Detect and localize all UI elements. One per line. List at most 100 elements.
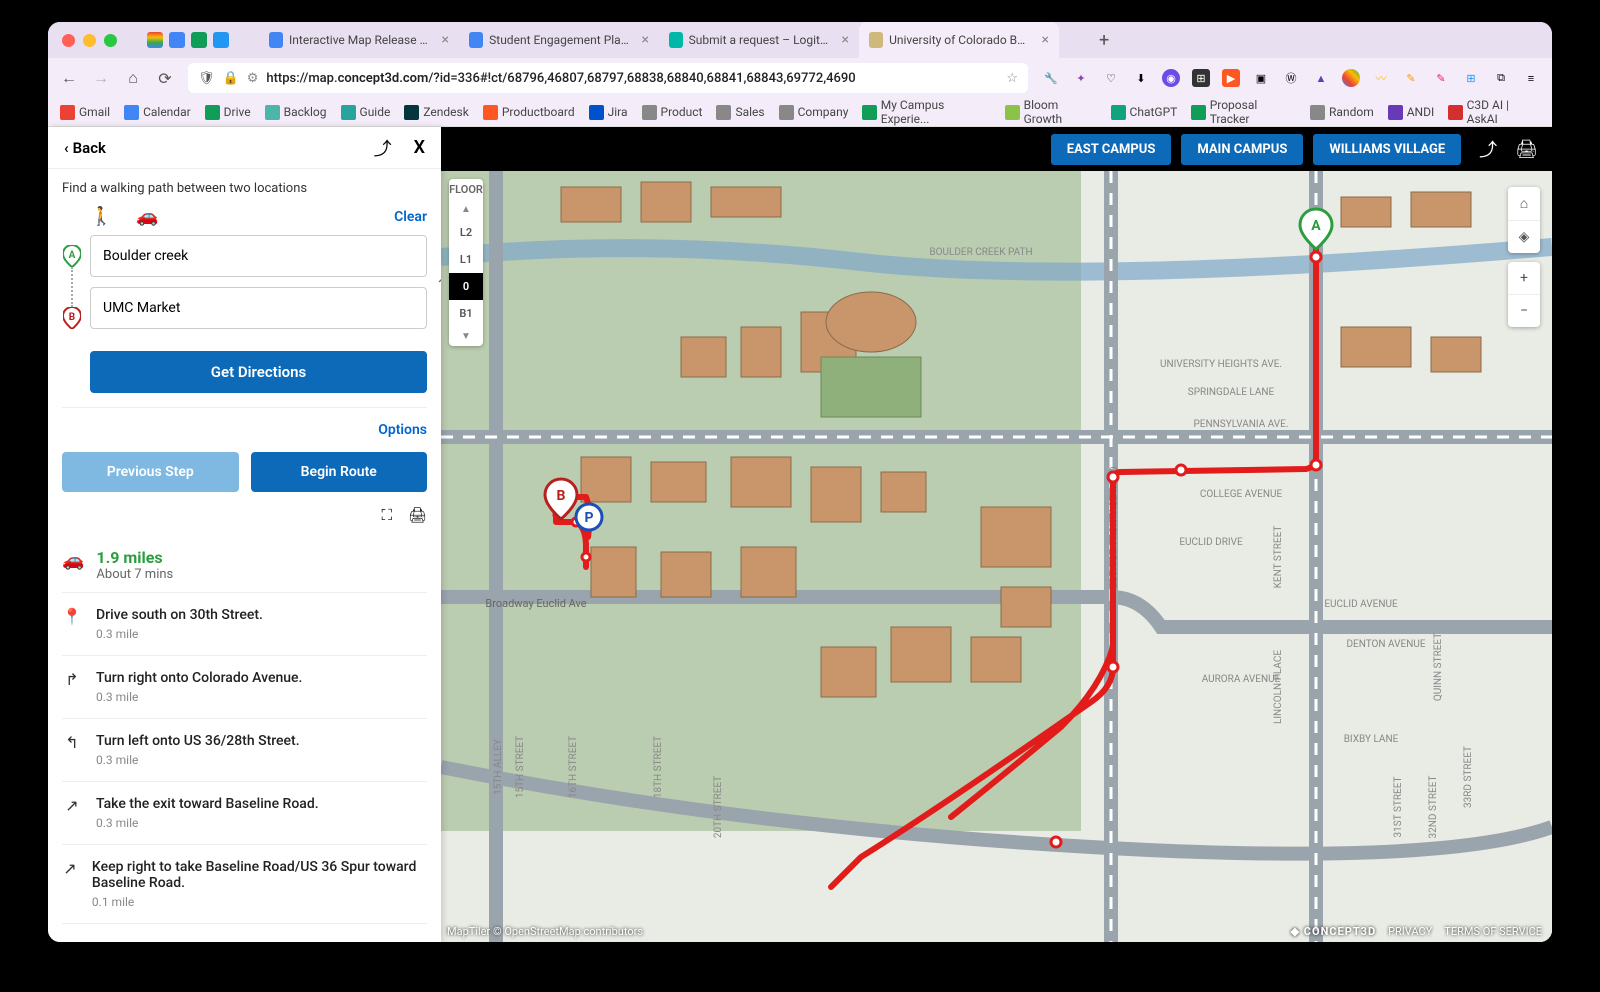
brand-logo[interactable]: ◆ CONCEPT3D — [1291, 925, 1377, 938]
browser-tab[interactable]: University of Colorado Boulder× — [859, 22, 1059, 58]
bookmark[interactable]: My Campus Experie... — [862, 98, 991, 126]
tab-close-icon[interactable]: × — [842, 32, 849, 48]
ext-icon[interactable] — [1342, 69, 1360, 87]
close-icon[interactable]: X — [414, 137, 425, 158]
ext-icon[interactable]: ▣ — [1252, 69, 1270, 87]
bookmark[interactable]: Jira — [589, 105, 628, 120]
direction-step[interactable]: ↰Turn left onto US 36/28th Street.0.3 mi… — [62, 719, 427, 782]
bookmark[interactable]: Random — [1310, 105, 1374, 120]
home-icon[interactable]: ⌂ — [124, 69, 142, 87]
direction-step[interactable]: ↗Take the exit toward Baseline Road.0.3 … — [62, 782, 427, 845]
street-label: 15TH ALLEY — [493, 739, 504, 795]
ext-icon[interactable]: Ⓦ — [1282, 69, 1300, 87]
campus-button-williams[interactable]: WILLIAMS VILLAGE — [1313, 134, 1461, 165]
map-viewport[interactable]: EAST CAMPUS MAIN CAMPUS WILLIAMS VILLAGE… — [441, 127, 1552, 942]
layers-icon[interactable]: ◈ — [1508, 221, 1540, 253]
ext-icon[interactable]: ⧉ — [1492, 69, 1510, 87]
tab-close-icon[interactable]: × — [442, 32, 449, 48]
bookmark[interactable]: Guide — [341, 105, 391, 120]
bookmark[interactable]: Bloom Growth — [1005, 98, 1096, 126]
home-map-icon[interactable]: ⌂ — [1508, 187, 1540, 221]
ext-icon[interactable]: ✦ — [1072, 69, 1090, 87]
to-input[interactable] — [90, 287, 427, 329]
zoom-out-icon[interactable]: − — [1508, 295, 1540, 327]
browser-tab[interactable]: Interactive Map Release Notes× — [259, 22, 459, 58]
maximize-window-icon[interactable] — [104, 34, 117, 47]
back-button[interactable]: ‹ Back — [64, 139, 106, 157]
bookmark[interactable]: Zendesk — [404, 105, 468, 120]
close-window-icon[interactable] — [62, 34, 75, 47]
bookmark[interactable]: C3D AI | AskAI — [1448, 98, 1540, 126]
print-map-icon[interactable]: 🖨 — [1515, 139, 1538, 160]
floor-up-icon[interactable]: ▲ — [449, 200, 483, 219]
ext-icon[interactable]: ▲ — [1312, 69, 1330, 87]
ext-icon[interactable]: 〰 — [1372, 69, 1390, 87]
ext-icon[interactable]: 🔧 — [1042, 69, 1060, 87]
privacy-link[interactable]: PRIVACY — [1388, 925, 1432, 938]
bookmark[interactable]: ChatGPT — [1111, 105, 1178, 120]
url-field[interactable]: 🛡 🔒 ⚙ https://map.concept3d.com/?id=336#… — [188, 63, 1028, 93]
previous-step-button[interactable]: Previous Step — [62, 452, 239, 492]
fullscreen-icon[interactable]: ⛶ — [381, 506, 392, 524]
floor-button[interactable]: 0 — [449, 273, 483, 300]
drive-mode-icon[interactable]: 🚗 — [136, 206, 158, 227]
ext-icon[interactable]: ⊞ — [1462, 69, 1480, 87]
ext-icon[interactable]: ✎ — [1432, 69, 1450, 87]
star-icon[interactable]: ☆ — [1006, 71, 1018, 86]
clear-button[interactable]: Clear — [394, 209, 427, 225]
minimize-window-icon[interactable] — [83, 34, 96, 47]
share-icon[interactable]: ⤴ — [374, 135, 392, 161]
floor-button[interactable]: L2 — [449, 219, 483, 246]
walk-mode-icon[interactable]: 🚶 — [90, 206, 112, 227]
bookmark[interactable]: Gmail — [60, 105, 110, 120]
menu-icon[interactable]: ≡ — [1522, 69, 1540, 87]
ext-icon[interactable]: ⊞ — [1192, 69, 1210, 87]
forward-icon[interactable]: → — [92, 69, 110, 87]
directions-sidebar: ‹ Back ⤴ X Find a walking path between t… — [48, 127, 441, 942]
bookmark[interactable]: Drive — [205, 105, 251, 120]
ext-icon[interactable]: ♡ — [1102, 69, 1120, 87]
ext-icon[interactable]: ⬇ — [1132, 69, 1150, 87]
floor-button[interactable]: L1 — [449, 246, 483, 273]
browser-tab[interactable]: Submit a request – Logitech Su× — [659, 22, 859, 58]
extensions: 🔧 ✦ ♡ ⬇ ◉ ⊞ ▶ ▣ Ⓦ ▲ 〰 ✎ ✎ ⊞ ⧉ ≡ — [1042, 69, 1540, 87]
direction-step[interactable]: ↗Keep right to take Baseline Road/US 36 … — [62, 845, 427, 924]
new-tab-button[interactable]: + — [1089, 30, 1119, 51]
tab-close-icon[interactable]: × — [1042, 32, 1049, 48]
bookmark[interactable]: Productboard — [483, 105, 575, 120]
map-canvas[interactable]: BOULDER CREEK PATH UNIVERSITY HEIGHTS AV… — [441, 127, 1552, 942]
bookmark[interactable]: Product — [642, 105, 703, 120]
campus-button-main[interactable]: MAIN CAMPUS — [1181, 134, 1303, 165]
direction-step[interactable]: ↱Turn right onto Colorado Avenue.0.3 mil… — [62, 656, 427, 719]
ext-icon[interactable]: ◉ — [1162, 69, 1180, 87]
step-icon: ↰ — [62, 733, 82, 767]
reload-icon[interactable]: ⟳ — [156, 69, 174, 87]
share-map-icon[interactable]: ⤴ — [1479, 136, 1497, 162]
back-icon[interactable]: ← — [60, 69, 78, 87]
bookmark[interactable]: ANDI — [1388, 105, 1435, 120]
zoom-in-icon[interactable]: + — [1508, 262, 1540, 295]
from-input[interactable] — [90, 235, 427, 277]
browser-tab[interactable]: Student Engagement Planning× — [459, 22, 659, 58]
bookmark-label: Random — [1329, 105, 1374, 119]
floor-down-icon[interactable]: ▼ — [449, 327, 483, 346]
begin-route-button[interactable]: Begin Route — [251, 452, 428, 492]
bookmark[interactable]: Sales — [716, 105, 764, 120]
bookmark[interactable]: Calendar — [124, 105, 191, 120]
floor-button[interactable]: B1 — [449, 300, 483, 327]
bookmark[interactable]: Proposal Tracker — [1191, 98, 1296, 126]
ext-icon[interactable]: ✎ — [1402, 69, 1420, 87]
campus-button-east[interactable]: EAST CAMPUS — [1051, 134, 1172, 165]
ext-icon[interactable]: ▶ — [1222, 69, 1240, 87]
terms-link[interactable]: TERMS OF SERVICE — [1444, 925, 1542, 938]
tab-close-icon[interactable]: × — [642, 32, 649, 48]
bookmark[interactable]: Company — [779, 105, 849, 120]
direction-step[interactable]: 📍Drive south on 30th Street.0.3 mile — [62, 593, 427, 656]
bookmark-icon — [1310, 105, 1325, 120]
swap-icon[interactable]: ⇅ — [438, 275, 441, 294]
pin-parking[interactable]: P — [576, 504, 602, 530]
print-icon[interactable]: 🖨 — [408, 506, 427, 524]
get-directions-button[interactable]: Get Directions — [90, 351, 427, 393]
bookmark[interactable]: Backlog — [265, 105, 327, 120]
options-link[interactable]: Options — [62, 407, 427, 452]
